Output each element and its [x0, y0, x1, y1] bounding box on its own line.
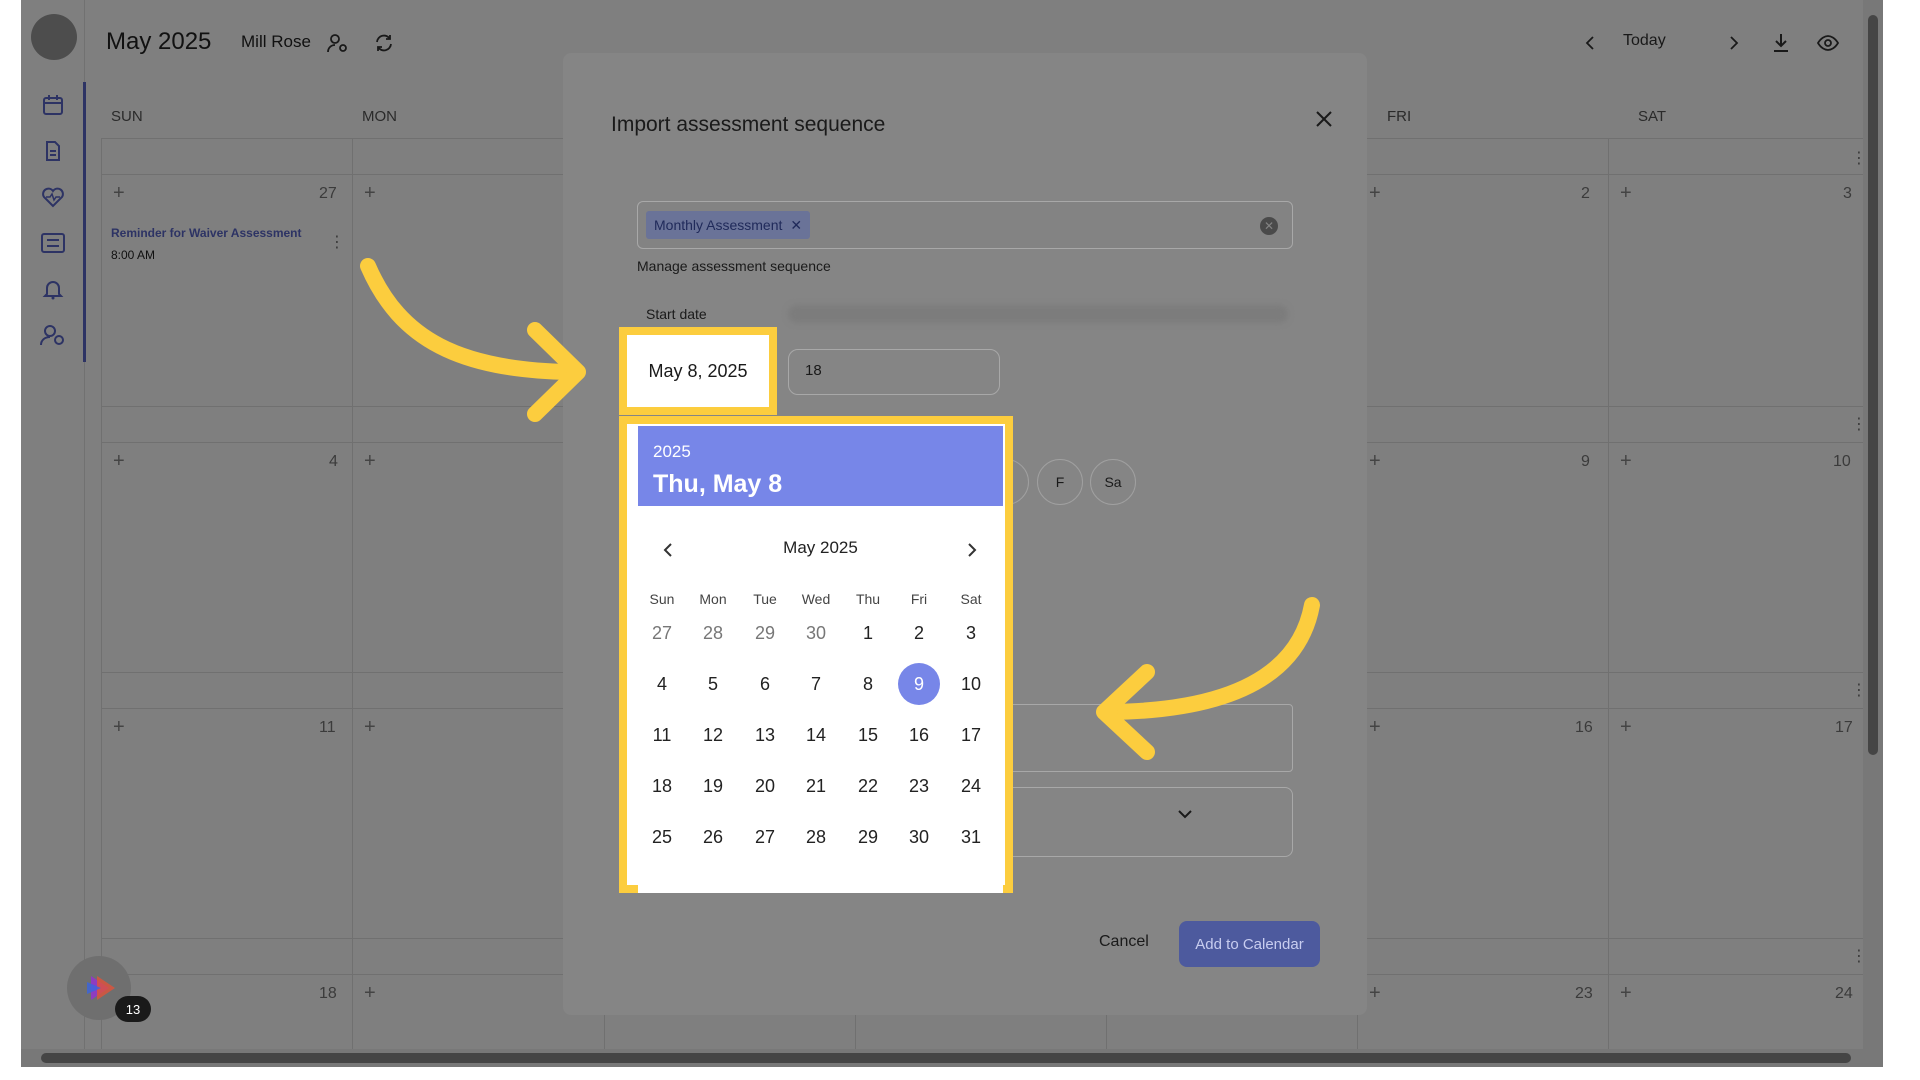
- day-cell[interactable]: 8: [846, 664, 890, 704]
- day-cell[interactable]: 11: [640, 715, 684, 755]
- dropdown-select[interactable]: [1003, 787, 1293, 857]
- number-input[interactable]: 18: [788, 349, 1000, 395]
- datepicker-month-label: May 2025: [783, 538, 858, 557]
- day-cell[interactable]: 29: [743, 613, 787, 653]
- weekday-header: Tue: [753, 591, 777, 607]
- datepicker-highlight: 2025 Thu, May 8 May 2025 Sun Mon Tue Wed Thu…: [619, 416, 1013, 893]
- datepicker-year[interactable]: 2025: [653, 442, 691, 462]
- day-cell[interactable]: 3: [949, 613, 993, 653]
- day-cell[interactable]: 31: [949, 817, 993, 857]
- add-to-calendar-button[interactable]: Add to Calendar: [1179, 921, 1320, 967]
- day-cell[interactable]: 7: [794, 664, 838, 704]
- weekday-header: Fri: [910, 591, 928, 607]
- day-cell[interactable]: 14: [794, 715, 838, 755]
- day-cell[interactable]: 25: [640, 817, 684, 857]
- day-cell[interactable]: 10: [949, 664, 993, 704]
- widget-logo-icon: [87, 976, 115, 1000]
- day-cell[interactable]: 16: [897, 715, 941, 755]
- sequence-chip-label: Monthly Assessment: [654, 217, 783, 233]
- weekday-header: Mon: [699, 591, 727, 607]
- weekday-header: Sun: [649, 591, 675, 607]
- screen: May 2025 Mill Rose Today SUN: [0, 0, 1920, 1080]
- day-cell[interactable]: 23: [897, 766, 941, 806]
- chevron-down-icon[interactable]: [1177, 803, 1193, 824]
- day-cell[interactable]: 20: [743, 766, 787, 806]
- start-date-input[interactable]: May 8, 2025: [619, 327, 777, 415]
- day-cell[interactable]: 18: [640, 766, 684, 806]
- day-cell[interactable]: 15: [846, 715, 890, 755]
- blurred-text: [788, 305, 1288, 323]
- day-cell[interactable]: 12: [691, 715, 735, 755]
- start-date-label: Start date: [646, 306, 707, 322]
- weekday-button-sat[interactable]: Sa: [1090, 459, 1136, 505]
- close-icon[interactable]: [1308, 103, 1340, 135]
- day-cell[interactable]: 28: [691, 613, 735, 653]
- day-cell[interactable]: 30: [794, 613, 838, 653]
- day-cell[interactable]: 22: [846, 766, 890, 806]
- day-cell[interactable]: 28: [794, 817, 838, 857]
- chip-remove-icon[interactable]: ✕: [790, 217, 802, 234]
- day-cell[interactable]: 19: [691, 766, 735, 806]
- notification-count-badge: 13: [115, 996, 151, 1022]
- sequence-chip: Monthly Assessment ✕: [646, 211, 811, 239]
- prev-month-icon[interactable]: [656, 538, 680, 562]
- weekday-button-fri[interactable]: F: [1037, 459, 1083, 505]
- weekday-header: Sat: [960, 591, 982, 607]
- day-cell[interactable]: 5: [691, 664, 735, 704]
- day-cell[interactable]: 4: [640, 664, 684, 704]
- dialog-title: Import assessment sequence: [611, 113, 886, 136]
- clear-icon[interactable]: ✕: [1260, 217, 1278, 235]
- day-cell[interactable]: 2: [897, 613, 941, 653]
- day-cell[interactable]: 21: [794, 766, 838, 806]
- day-cell[interactable]: 26: [691, 817, 735, 857]
- datepicker-selected-date: Thu, May 8: [653, 470, 783, 498]
- cancel-button[interactable]: Cancel: [1099, 933, 1149, 951]
- datepicker-header: 2025 Thu, May 8: [638, 426, 1003, 506]
- day-cell[interactable]: 27: [640, 613, 684, 653]
- datepicker: 2025 Thu, May 8 May 2025 Sun Mon Tue Wed Thu…: [638, 426, 1003, 893]
- day-cell[interactable]: 1: [846, 613, 890, 653]
- day-cell[interactable]: 27: [743, 817, 787, 857]
- day-cell[interactable]: 17: [949, 715, 993, 755]
- day-cell[interactable]: 13: [743, 715, 787, 755]
- day-cell[interactable]: 6: [743, 664, 787, 704]
- day-cell[interactable]: 30: [897, 817, 941, 857]
- weekday-header: Wed: [801, 591, 831, 607]
- day-cell[interactable]: 24: [949, 766, 993, 806]
- sequence-select[interactable]: Monthly Assessment ✕ ✕: [637, 201, 1293, 249]
- weekday-header: Thu: [855, 591, 881, 607]
- notes-textarea[interactable]: [1003, 704, 1293, 772]
- next-month-icon[interactable]: [960, 538, 984, 562]
- manage-sequence-link[interactable]: Manage assessment sequence: [637, 258, 831, 274]
- day-cell-selected[interactable]: 9: [897, 664, 941, 704]
- day-cell[interactable]: 29: [846, 817, 890, 857]
